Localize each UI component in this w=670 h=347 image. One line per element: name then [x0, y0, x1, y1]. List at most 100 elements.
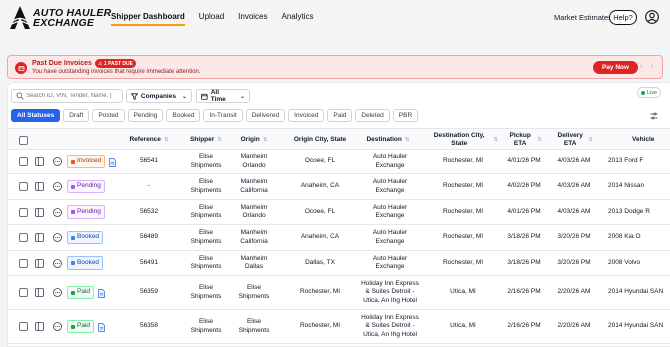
tab-booked[interactable]: Booked — [166, 109, 201, 122]
table-row[interactable]: Pending - Elise Shipments Manheim Califo… — [8, 174, 670, 200]
col-destination[interactable]: Destination ⇅ — [359, 129, 417, 151]
col-delivery-eta[interactable]: Delivery ETA ⇅ — [551, 129, 597, 151]
table-row[interactable]: Booked 56491 Elise Shipments Manheim Dal… — [8, 251, 670, 276]
banner-title: Past Due Invoices — [32, 60, 92, 67]
more-options-icon[interactable] — [52, 322, 62, 331]
row-checkbox[interactable] — [18, 157, 28, 166]
panel-icon[interactable] — [34, 322, 44, 331]
main-nav: Shipper Dashboard Upload Invoices Analyt… — [111, 12, 328, 26]
document-icon[interactable] — [109, 157, 116, 167]
banner-next-icon[interactable]: › — [651, 63, 653, 70]
nav-shipper-dashboard[interactable]: Shipper Dashboard — [111, 12, 185, 26]
reference-cell[interactable]: 56489 — [121, 225, 177, 250]
status-label: Booked — [77, 258, 100, 266]
status-badge[interactable]: Paid — [67, 285, 95, 300]
row-more-cell — [52, 276, 62, 309]
tab-paid[interactable]: Paid — [327, 109, 353, 122]
help-button[interactable]: Help? — [609, 10, 637, 25]
time-filter[interactable]: All Time ⌄ — [196, 89, 250, 103]
origin-city-cell: Ocoee, FL — [304, 157, 336, 165]
row-checkbox[interactable] — [18, 258, 28, 268]
reference-cell[interactable]: - — [121, 174, 177, 199]
nav-market-estimates[interactable]: Market Estimates — [554, 13, 612, 22]
row-more-cell — [52, 150, 62, 173]
more-options-icon[interactable] — [52, 182, 62, 191]
origin-city-cell: Ocoee, FL — [304, 207, 336, 215]
pay-now-button[interactable]: Pay Now — [593, 61, 638, 74]
calendar-icon — [201, 93, 208, 100]
status-badge[interactable]: Pending — [67, 179, 105, 194]
panel-icon[interactable] — [34, 258, 44, 268]
reference-cell[interactable]: 56532 — [121, 200, 177, 224]
destination-cell: Auto Hauler Exchange — [372, 153, 408, 169]
tab-in-transit[interactable]: In-Transit — [203, 109, 243, 122]
column-settings-icon[interactable] — [650, 112, 658, 120]
row-checkbox[interactable] — [18, 207, 28, 217]
col-destination-city[interactable]: Destination City, State ⇅ — [428, 129, 498, 151]
col-reference[interactable]: Reference ⇅ — [121, 129, 177, 151]
search-input[interactable] — [26, 93, 122, 99]
tab-all-statuses[interactable]: All Statuses — [11, 109, 61, 122]
table-row[interactable]: Pending 56532 Elise Shipments Manheim Or… — [8, 200, 670, 225]
status-badge[interactable]: Pending — [67, 205, 105, 219]
tab-deleted[interactable]: Deleted — [355, 109, 390, 122]
banner-prev-icon[interactable]: ‹ — [640, 63, 642, 70]
tab-delivered[interactable]: Delivered — [245, 109, 286, 122]
table-row[interactable]: Booked 56489 Elise Shipments Manheim Cal… — [8, 225, 670, 251]
live-dot-icon — [640, 90, 645, 95]
user-account-icon[interactable] — [645, 10, 659, 24]
row-select-cell — [17, 310, 29, 343]
chevron-down-icon: ⌄ — [181, 93, 187, 100]
tab-invoiced[interactable]: Invoiced — [288, 109, 325, 122]
nav-analytics[interactable]: Analytics — [282, 12, 314, 26]
nav-invoices[interactable]: Invoices — [238, 12, 267, 26]
companies-filter[interactable]: Companies ⌄ — [126, 89, 192, 103]
reference-cell[interactable]: 56359 — [121, 276, 177, 309]
reference-cell[interactable]: 56541 — [121, 150, 177, 173]
top-header: AUTO HAULER EXCHANGE Shipper Dashboard U… — [0, 0, 670, 36]
col-pickup-eta[interactable]: Pickup ETA ⇅ — [503, 129, 545, 151]
col-vehicle[interactable]: Vehicle — [632, 129, 670, 151]
tab-draft[interactable]: Draft — [63, 109, 90, 122]
more-options-icon[interactable] — [52, 157, 62, 166]
panel-icon[interactable] — [34, 288, 44, 297]
tab-posted[interactable]: Posted — [92, 109, 125, 122]
table-row[interactable]: Paid 56358 Elise Shipments Elise Shipmen… — [8, 310, 670, 344]
more-options-icon[interactable] — [52, 258, 62, 268]
table-row[interactable]: Paid 56359 Elise Shipments Elise Shipmen… — [8, 276, 670, 310]
select-all-checkbox[interactable] — [18, 135, 28, 145]
destination-cell: Auto Hauler Exchange — [372, 229, 408, 245]
status-badge[interactable]: Booked — [67, 230, 104, 245]
vehicle-cell: 2013 Ford F — [608, 157, 644, 165]
more-options-icon[interactable] — [52, 288, 62, 297]
row-checkbox[interactable] — [18, 233, 28, 242]
app-logo[interactable]: AUTO HAULER EXCHANGE — [9, 5, 111, 31]
tab-pending[interactable]: Pending — [127, 109, 164, 122]
destination-city-cell: Rochester, MI — [442, 207, 484, 215]
document-icon[interactable] — [98, 322, 105, 332]
nav-upload[interactable]: Upload — [199, 12, 224, 26]
row-checkbox[interactable] — [18, 288, 28, 297]
document-icon[interactable] — [98, 288, 105, 298]
status-badge[interactable]: Booked — [67, 256, 104, 270]
col-shipper[interactable]: Shipper ⇅ — [183, 129, 229, 151]
reference-cell[interactable]: 56358 — [121, 310, 177, 343]
status-badge[interactable]: Paid — [67, 319, 95, 334]
panel-icon[interactable] — [34, 182, 44, 191]
col-origin-city[interactable]: Origin City, State — [287, 129, 353, 151]
sort-icon: ⇅ — [493, 137, 498, 143]
panel-icon[interactable] — [34, 157, 44, 166]
table-row[interactable]: Invoiced 56541 Elise Shipments Manheim O… — [8, 150, 670, 174]
row-checkbox[interactable] — [18, 322, 28, 331]
more-options-icon[interactable] — [52, 233, 62, 242]
reference-cell[interactable]: 56491 — [121, 251, 177, 275]
row-checkbox[interactable] — [18, 182, 28, 191]
tab-pbr[interactable]: PBR — [392, 109, 419, 122]
panel-icon[interactable] — [34, 207, 44, 217]
panel-icon[interactable] — [34, 233, 44, 242]
status-badge[interactable]: Invoiced — [67, 154, 106, 169]
delivery-eta-cell: 3/20/26 PM — [557, 258, 591, 266]
col-origin[interactable]: Origin ⇅ — [233, 129, 275, 151]
more-options-icon[interactable] — [52, 207, 62, 217]
search-box[interactable] — [11, 89, 123, 103]
